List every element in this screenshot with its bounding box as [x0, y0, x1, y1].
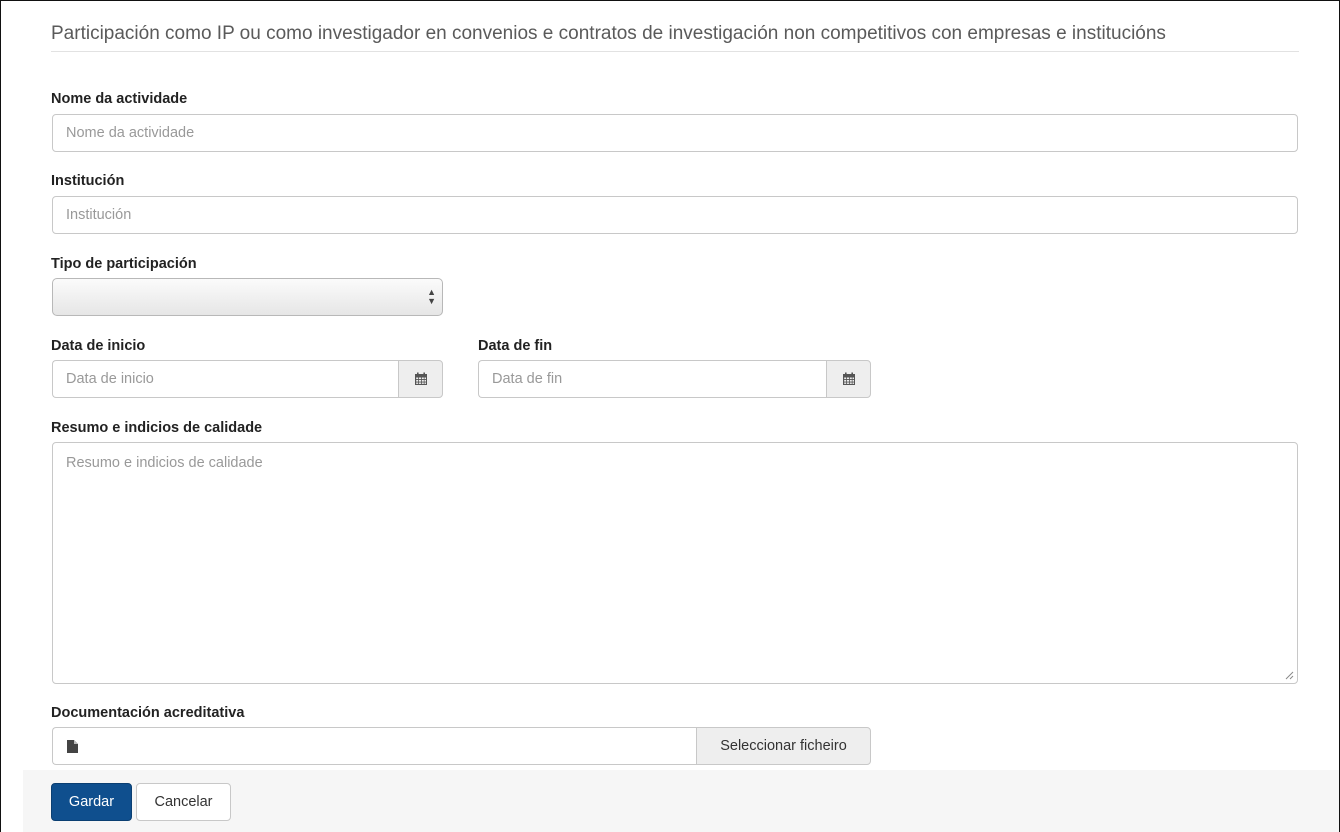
- participation-type-select[interactable]: ▲ ▼: [52, 278, 443, 316]
- summary-textarea[interactable]: Resumo e indicios de calidade: [52, 442, 1298, 684]
- start-date-label: Data de inicio: [51, 338, 146, 354]
- start-date-input[interactable]: Data de inicio: [52, 360, 398, 398]
- participation-type-label: Tipo de participación: [51, 256, 197, 272]
- cancel-button[interactable]: Cancelar: [136, 783, 231, 821]
- resize-handle-icon[interactable]: [1285, 671, 1294, 680]
- documentation-label: Documentación acreditativa: [51, 705, 245, 721]
- start-date-group: Data de inicio: [52, 360, 443, 398]
- form-legend: Participación como IP ou como investigad…: [51, 20, 1299, 52]
- save-button[interactable]: Gardar: [51, 783, 132, 821]
- activity-name-label: Nome da actividade: [51, 91, 188, 107]
- end-date-calendar-button[interactable]: [826, 360, 871, 398]
- institution-input[interactable]: Institución: [52, 196, 1298, 234]
- select-arrows-icon: ▲ ▼: [427, 287, 436, 306]
- summary-label: Resumo e indicios de calidade: [51, 420, 263, 436]
- summary-placeholder: Resumo e indicios de calidade: [66, 455, 263, 471]
- documentation-file-group: Seleccionar ficheiro: [52, 727, 871, 765]
- calendar-icon: [842, 372, 855, 385]
- end-date-group: Data de fin: [478, 360, 871, 398]
- end-date-input[interactable]: Data de fin: [478, 360, 826, 398]
- calendar-icon: [414, 372, 427, 385]
- institution-label: Institución: [51, 173, 125, 189]
- select-file-button[interactable]: Seleccionar ficheiro: [696, 727, 871, 765]
- end-date-label: Data de fin: [478, 338, 553, 354]
- activity-name-input[interactable]: Nome da actividade: [52, 114, 1298, 152]
- file-icon: [67, 739, 78, 753]
- start-date-calendar-button[interactable]: [398, 360, 443, 398]
- documentation-file-display[interactable]: [52, 727, 696, 765]
